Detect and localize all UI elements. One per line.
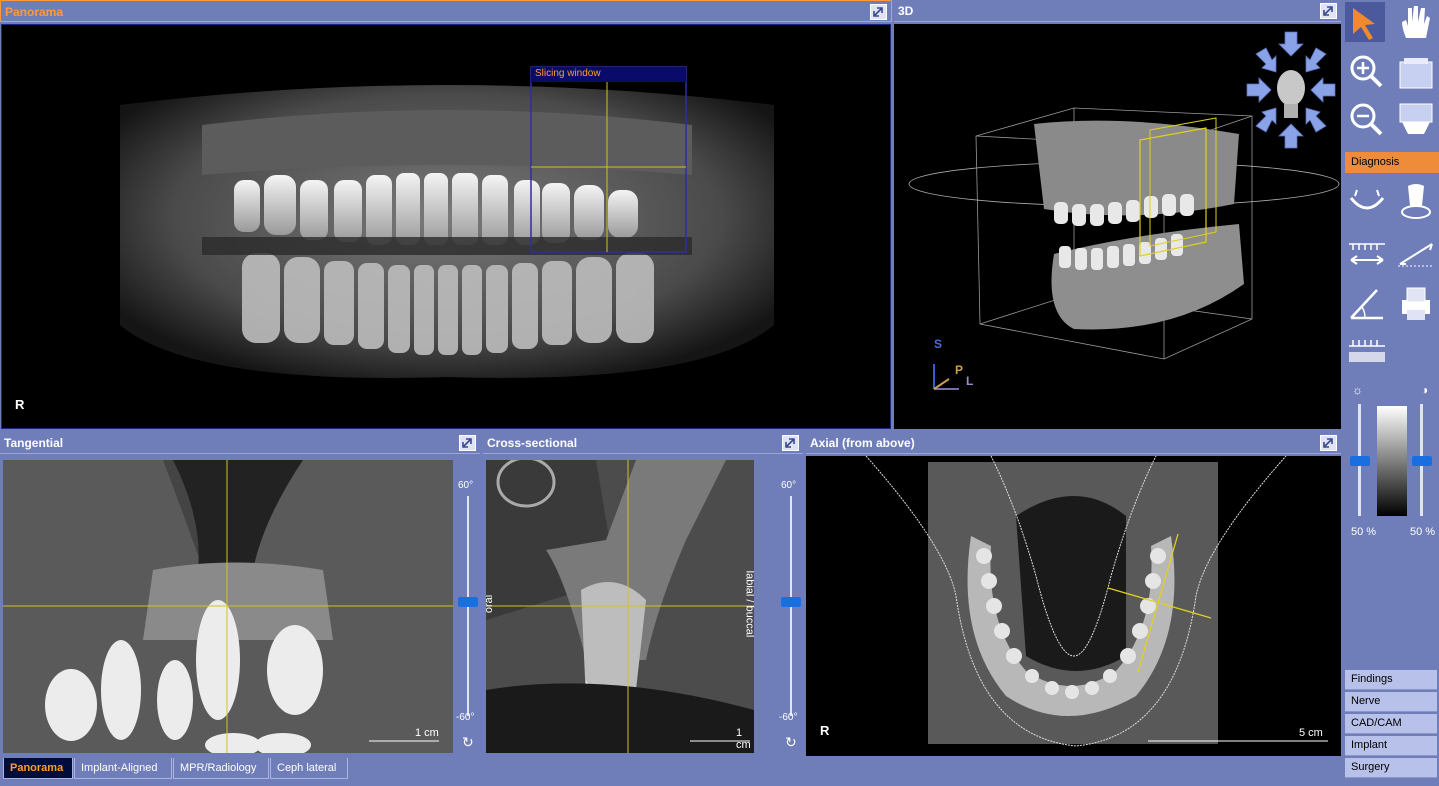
view3d-maximize-button[interactable] [1320,3,1337,19]
maximize-icon [462,438,472,448]
measure-diagonal-button[interactable] [1396,236,1436,276]
rotate-icon[interactable]: ↻ [785,734,797,751]
axis-l-label: L [966,374,974,388]
brightness-slider[interactable] [1350,404,1370,518]
angle-top-label: 60° [458,480,474,491]
view3d-titlebar: 3D [894,0,1341,22]
tangential-slice-image [3,460,453,753]
arch-icon [1349,189,1385,210]
angle-icon [1350,289,1383,320]
tangential-titlebar: Tangential [0,432,480,454]
angle-top-label: 60° [781,480,797,491]
axial-title: Axial (from above) [810,436,915,450]
tangential-scale-label: 1 cm [415,727,439,739]
slider-handle[interactable] [1412,456,1432,466]
brightness-icon: ☼ [1352,383,1363,397]
tab-ceph-lateral[interactable]: Ceph lateral [270,758,348,779]
printer-icon [1402,287,1430,320]
contrast-slider[interactable] [1412,404,1432,518]
tooth-icon [1401,184,1431,219]
layer-down-button[interactable] [1396,100,1436,140]
slider-handle[interactable] [781,597,801,607]
slider-handle[interactable] [1350,456,1370,466]
pan-tool-button[interactable] [1394,2,1434,42]
maximize-icon [873,7,883,17]
oral-label: oral [486,594,496,614]
tab-mpr-radiology[interactable]: MPR/Radiology [173,758,269,779]
rotate-icon[interactable]: ↻ [462,734,474,751]
maximize-icon [1323,438,1333,448]
sidebar-item-cad-cam[interactable]: CAD/CAM [1345,714,1437,734]
cross-angle-slider[interactable]: 60° -60° ↻ [777,460,803,756]
cross-title: Cross-sectional [487,436,578,450]
tooth-tool-button[interactable] [1396,182,1436,222]
cross-titlebar: Cross-sectional [483,432,803,454]
pointer-tool-button[interactable] [1345,2,1385,42]
axial-titlebar: Axial (from above) [806,432,1341,454]
labial-buccal-label: labial / buccal [743,570,754,638]
sidebar-item-findings[interactable]: Findings [1345,670,1437,690]
axial-view[interactable]: R 5 cm [806,456,1341,756]
panorama-titlebar: Panorama [0,0,892,22]
cross-view[interactable]: oral labial / buccal 1 cm [486,460,754,753]
axial-orientation-label: R [820,723,830,738]
contrast-icon: ◑ [1421,383,1429,397]
tangential-angle-slider[interactable]: 60° -60° ↻ [454,460,480,756]
sidebar-item-surgery[interactable]: Surgery [1345,758,1437,778]
zoom-out-button[interactable] [1347,100,1387,140]
hand-icon [1402,6,1430,38]
zoom-out-icon [1350,103,1383,136]
print-button[interactable] [1396,284,1436,324]
angle-tool-button[interactable] [1347,284,1387,324]
axial-slice-image [865,456,1328,747]
maximize-icon [785,438,795,448]
axial-maximize-button[interactable] [1320,435,1337,451]
view3d-title: 3D [898,4,914,18]
tangential-view[interactable]: 1 cm [3,460,453,753]
orientation-widget[interactable] [1246,30,1336,150]
zoom-in-button[interactable] [1347,52,1387,92]
sidebar-item-implant[interactable]: Implant [1345,736,1437,756]
axial-scale-label: 5 cm [1299,727,1323,739]
cross-maximize-button[interactable] [782,435,799,451]
axis-s-label: S [934,337,943,351]
head-orientation-icon [1246,31,1336,149]
view3d-view[interactable]: S P L [894,24,1341,429]
panorama-xray-image [120,66,774,378]
panorama-title: Panorama [5,5,64,19]
density-ruler-icon [1349,340,1385,362]
tab-panorama[interactable]: Panorama [3,758,73,779]
sidebar-item-nerve[interactable]: Nerve [1345,692,1437,712]
panorama-maximize-button[interactable] [870,4,887,20]
tangential-title: Tangential [4,436,64,450]
brightness-value: 50 % [1351,526,1377,538]
diagnosis-section-header[interactable]: Diagnosis [1345,152,1439,173]
tab-implant-aligned[interactable]: Implant-Aligned [74,758,172,779]
slider-handle[interactable] [458,597,478,607]
axis-p-label: P [955,363,964,377]
density-ruler-button[interactable] [1347,334,1387,374]
panorama-view[interactable]: Slicing window R [1,24,891,429]
contrast-value: 50 % [1410,526,1436,538]
arch-tool-button[interactable] [1347,182,1387,222]
zoom-in-icon [1350,55,1383,88]
pointer-icon [1353,8,1375,40]
measure-icon [1349,243,1385,265]
orientation-label: R [15,397,25,412]
cross-sectional-slice-image [486,460,754,753]
measure-diagonal-icon [1398,243,1434,267]
layer-up-icon [1399,58,1433,89]
layer-down-icon [1399,103,1433,134]
angle-bottom-label: -60° [779,712,798,723]
slicing-window-label[interactable]: Slicing window [535,68,601,79]
maximize-icon [1323,6,1333,16]
grayscale-bar [1377,406,1407,516]
tangential-maximize-button[interactable] [459,435,476,451]
angle-bottom-label: -60° [456,712,475,723]
layer-up-button[interactable] [1396,52,1436,92]
measure-button[interactable] [1347,236,1387,276]
cross-scale-label: 1 cm [736,727,751,751]
